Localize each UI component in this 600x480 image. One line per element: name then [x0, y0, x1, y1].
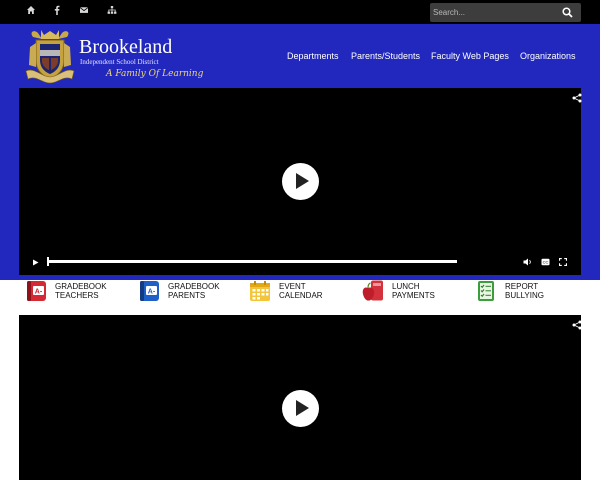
sitemap-icon[interactable]: [105, 5, 119, 19]
gradebook-blue-icon: A-: [140, 281, 159, 301]
quick-link-label: REPORT BULLYING: [505, 282, 544, 300]
share-icon[interactable]: [572, 93, 582, 103]
search-input[interactable]: [430, 3, 558, 22]
school-crest-logo[interactable]: [24, 27, 76, 85]
progress-bar[interactable]: [47, 260, 457, 263]
search-icon[interactable]: [562, 7, 573, 18]
brand-title[interactable]: Brookeland: [79, 36, 172, 59]
fullscreen-icon[interactable]: [559, 258, 567, 266]
brand-subtitle: Independent School District: [80, 58, 159, 66]
top-utility-bar: [0, 0, 600, 24]
facebook-icon[interactable]: [50, 5, 64, 19]
video-player[interactable]: CC: [19, 88, 582, 275]
calendar-icon: [250, 281, 270, 301]
play-button[interactable]: [282, 163, 319, 200]
quick-link-label: GRADEBOOK PARENTS: [168, 282, 220, 300]
envelope-icon[interactable]: [77, 5, 91, 19]
play-small-icon[interactable]: [32, 259, 39, 266]
quick-link-label: GRADEBOOK TEACHERS: [55, 282, 107, 300]
volume-icon[interactable]: [523, 258, 532, 266]
quick-link-label: LUNCH PAYMENTS: [392, 282, 435, 300]
svg-text:A-: A-: [35, 289, 43, 296]
share-icon[interactable]: [572, 320, 582, 330]
captions-icon[interactable]: CC: [541, 258, 550, 266]
home-icon[interactable]: [24, 5, 38, 19]
nav-parents-students[interactable]: Parents/Students: [351, 51, 420, 61]
search-box: [430, 3, 581, 22]
apple-icon: [362, 280, 383, 301]
quick-link-label: EVENT CALENDAR: [279, 282, 323, 300]
svg-text:CC: CC: [543, 260, 549, 265]
progress-handle[interactable]: [47, 257, 49, 266]
svg-text:A-: A-: [148, 289, 156, 296]
brand-tagline: A Family Of Learning: [106, 69, 204, 79]
play-button[interactable]: [282, 390, 319, 427]
gradebook-red-icon: A-: [27, 281, 46, 301]
nav-faculty-web-pages[interactable]: Faculty Web Pages: [431, 51, 509, 61]
video-player-2[interactable]: [19, 315, 582, 480]
checklist-icon: [478, 281, 494, 301]
nav-departments[interactable]: Departments: [287, 51, 339, 61]
nav-organizations[interactable]: Organizations: [520, 51, 576, 61]
